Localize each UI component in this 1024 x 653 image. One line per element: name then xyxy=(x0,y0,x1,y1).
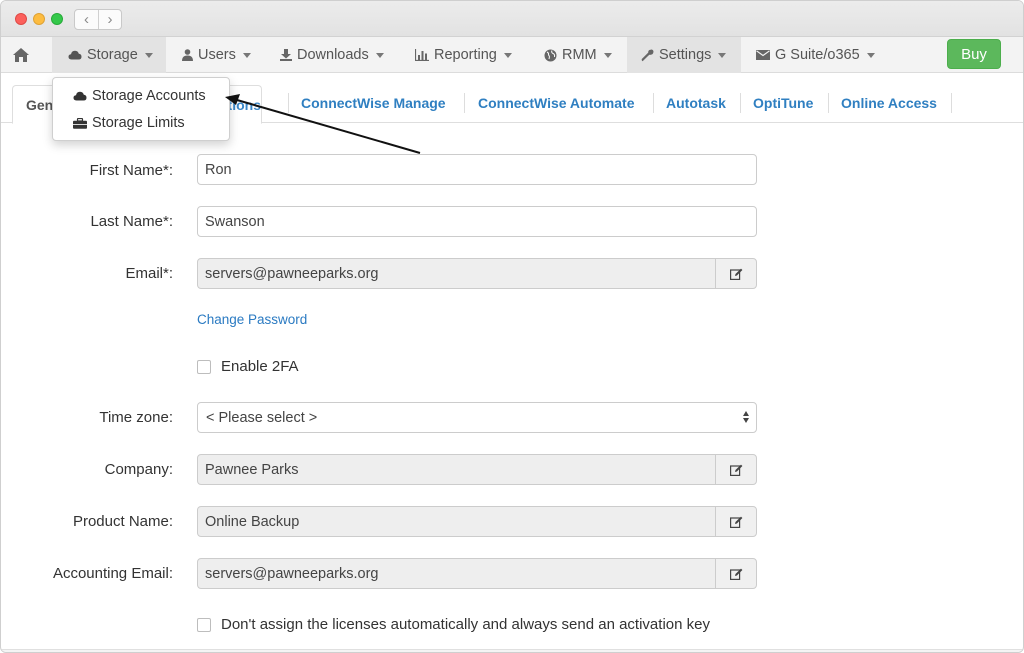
briefcase-icon xyxy=(73,117,87,129)
dont-assign-licenses-row: Don't assign the licenses automatically … xyxy=(197,616,710,633)
tab-online-access[interactable]: Online Access xyxy=(841,95,937,111)
timezone-label: Time zone: xyxy=(99,409,173,426)
dropdown-item-storage-limits[interactable]: Storage Limits xyxy=(53,110,229,136)
email-edit-button[interactable] xyxy=(715,258,757,289)
title-bar: ‹ › xyxy=(1,1,1023,37)
product-name-input: Online Backup xyxy=(197,506,716,537)
company-input: Pawnee Parks xyxy=(197,454,716,485)
dont-assign-licenses-checkbox[interactable] xyxy=(197,617,211,632)
menu-downloads-label: Downloads xyxy=(297,47,369,63)
caret-down-icon xyxy=(144,52,153,58)
download-icon xyxy=(280,49,292,61)
menu-storage[interactable]: Storage xyxy=(52,37,166,73)
chevron-right-icon: › xyxy=(107,11,113,28)
bar-chart-icon xyxy=(415,49,429,61)
window-bottom-edge xyxy=(1,649,1023,652)
tab-divider xyxy=(828,93,829,113)
tab-divider xyxy=(288,93,289,113)
change-password-link[interactable]: Change Password xyxy=(197,312,307,327)
accounting-email-label: Accounting Email: xyxy=(52,565,173,582)
accounting-email-input: servers@pawneeparks.org xyxy=(197,558,716,589)
forward-button[interactable]: › xyxy=(98,10,121,29)
email-label: Email*: xyxy=(125,265,173,282)
globe-icon xyxy=(544,49,557,62)
accounting-email-edit-button[interactable] xyxy=(715,558,757,589)
tab-connectwise-manage[interactable]: ConnectWise Manage xyxy=(301,95,446,111)
caret-down-icon xyxy=(375,52,384,58)
menu-users-label: Users xyxy=(198,47,236,63)
edit-icon xyxy=(729,268,742,280)
maximize-window-button[interactable] xyxy=(51,13,63,25)
select-arrows-icon xyxy=(743,411,749,423)
menu-downloads[interactable]: Downloads xyxy=(280,37,384,73)
tab-divider xyxy=(740,93,741,113)
chevron-left-icon: ‹ xyxy=(84,11,89,28)
tab-optitune[interactable]: OptiTune xyxy=(753,95,813,111)
menu-settings[interactable]: Settings xyxy=(627,37,741,73)
menu-settings-label: Settings xyxy=(659,47,712,63)
last-name-input[interactable]: Swanson xyxy=(197,206,757,237)
close-window-button[interactable] xyxy=(15,13,27,25)
menu-gsuite-o365[interactable]: G Suite/o365 xyxy=(756,37,875,73)
caret-down-icon xyxy=(718,52,727,58)
first-name-input[interactable]: Ron xyxy=(197,154,757,185)
menu-rmm[interactable]: RMM xyxy=(544,37,612,73)
main-menu-bar: Storage Users Downloads Reporting RMM Se… xyxy=(1,37,1023,73)
cloud-icon xyxy=(68,50,82,60)
home-button[interactable] xyxy=(1,37,41,73)
minimize-window-button[interactable] xyxy=(33,13,45,25)
menu-rmm-label: RMM xyxy=(562,47,597,63)
user-icon xyxy=(182,49,193,61)
menu-users[interactable]: Users xyxy=(182,37,251,73)
wrench-icon xyxy=(641,49,654,62)
last-name-label: Last Name*: xyxy=(90,213,173,230)
buy-button[interactable]: Buy xyxy=(947,39,1001,69)
menu-storage-label: Storage xyxy=(87,47,138,63)
timezone-selected-value: < Please select > xyxy=(206,409,318,426)
history-nav: ‹ › xyxy=(74,9,122,30)
cloud-icon xyxy=(73,91,87,101)
product-name-label: Product Name: xyxy=(72,513,173,530)
tab-divider xyxy=(464,93,465,113)
menu-gsuite-o365-label: G Suite/o365 xyxy=(775,47,860,63)
dropdown-item-storage-limits-label: Storage Limits xyxy=(92,115,185,131)
menu-reporting-label: Reporting xyxy=(434,47,497,63)
edit-icon xyxy=(729,516,742,528)
enable-2fa-label: Enable 2FA xyxy=(221,358,299,375)
storage-dropdown-menu: Storage Accounts Storage Limits xyxy=(52,77,230,141)
tab-integrations-label-partial: tions xyxy=(227,97,261,113)
dont-assign-licenses-label: Don't assign the licenses automatically … xyxy=(221,616,710,633)
enable-2fa-checkbox[interactable] xyxy=(197,359,211,374)
product-name-edit-button[interactable] xyxy=(715,506,757,537)
envelope-icon xyxy=(756,50,770,60)
company-label: Company: xyxy=(104,461,173,478)
dropdown-item-storage-accounts-label: Storage Accounts xyxy=(92,88,206,104)
email-input: servers@pawneeparks.org xyxy=(197,258,716,289)
menu-reporting[interactable]: Reporting xyxy=(415,37,512,73)
tab-divider xyxy=(951,93,952,113)
tab-connectwise-automate[interactable]: ConnectWise Automate xyxy=(478,95,634,111)
tab-general-label: Gen xyxy=(26,97,54,113)
edit-icon xyxy=(729,568,742,580)
company-edit-button[interactable] xyxy=(715,454,757,485)
caret-down-icon xyxy=(603,52,612,58)
home-icon xyxy=(13,48,29,62)
dropdown-item-storage-accounts[interactable]: Storage Accounts xyxy=(53,83,229,109)
app-window: ‹ › Storage Users Downloads Reporting RM… xyxy=(0,0,1024,653)
caret-down-icon xyxy=(242,52,251,58)
caret-down-icon xyxy=(503,52,512,58)
tab-divider xyxy=(653,93,654,113)
caret-down-icon xyxy=(866,52,875,58)
timezone-select[interactable]: < Please select > xyxy=(197,402,757,433)
enable-2fa-row: Enable 2FA xyxy=(197,358,299,375)
edit-icon xyxy=(729,464,742,476)
back-button[interactable]: ‹ xyxy=(75,10,98,29)
tab-autotask[interactable]: Autotask xyxy=(666,95,726,111)
first-name-label: First Name*: xyxy=(89,162,173,179)
